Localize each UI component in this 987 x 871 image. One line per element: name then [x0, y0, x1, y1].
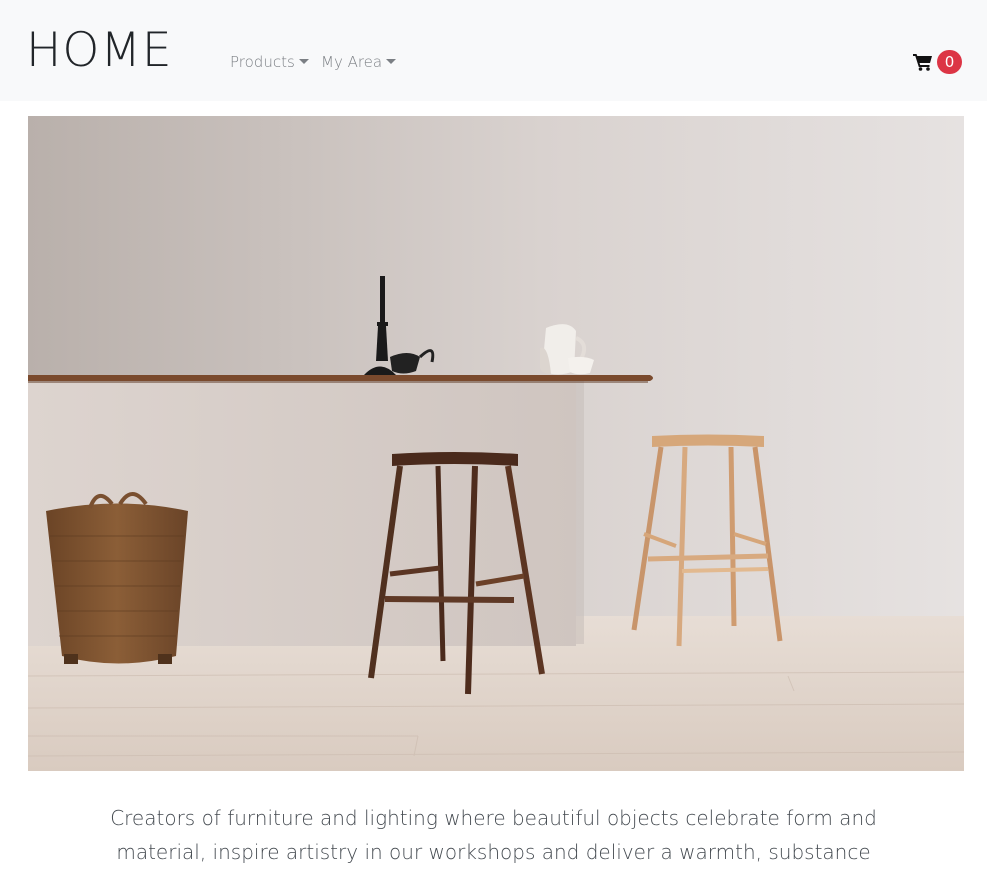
nav-products-dropdown[interactable]: Products [230, 51, 309, 73]
caret-down-icon [386, 59, 397, 64]
wicker-basket [46, 492, 188, 664]
brand-logo[interactable]: HOME [26, 23, 173, 79]
nav-my-area-label: My Area [321, 53, 383, 71]
navbar: HOME Products My Area 0 [0, 0, 987, 101]
caret-down-icon [298, 59, 309, 64]
hero-image [28, 116, 964, 771]
nav-products-label: Products [230, 53, 295, 71]
hero-photo-furniture [28, 116, 964, 771]
shopping-cart-icon [913, 54, 932, 71]
cart-count-badge: 0 [937, 50, 962, 74]
cart-button[interactable]: 0 [913, 50, 963, 74]
nav-my-area-dropdown[interactable]: My Area [321, 51, 397, 73]
tagline-text: Creators of furniture and lighting where… [110, 806, 877, 864]
